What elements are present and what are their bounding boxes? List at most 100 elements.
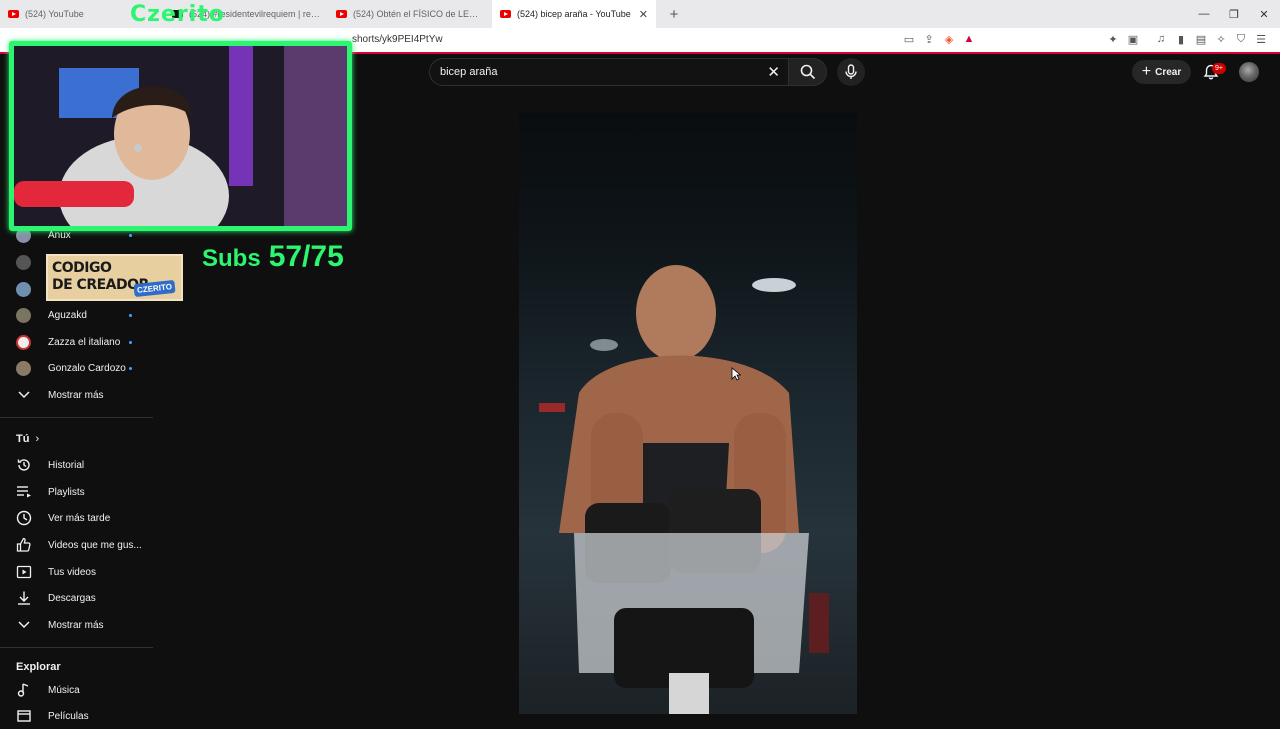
chevron-down-icon xyxy=(16,387,32,403)
brave-shields-icon[interactable]: ◈ xyxy=(942,32,956,46)
sidebar-subscription-zazza[interactable]: Zazza el italiano xyxy=(0,329,150,355)
channel-name: Zazza el italiano xyxy=(48,336,121,348)
sidebar-item-watch-later[interactable]: Ver más tarde xyxy=(0,505,150,531)
show-more-label: Mostrar más xyxy=(48,619,104,631)
show-more-label: Mostrar más xyxy=(48,389,104,401)
notification-badge: 9+ xyxy=(1212,63,1226,74)
new-content-dot xyxy=(129,341,132,344)
sidebar-item-label: Música xyxy=(48,684,80,696)
tab-search-icon[interactable]: ▣ xyxy=(1126,32,1140,46)
youtube-favicon-icon xyxy=(336,10,347,18)
cast-icon[interactable]: ▭ xyxy=(902,32,916,46)
new-content-dot xyxy=(129,314,132,317)
voice-search-button[interactable] xyxy=(837,58,865,86)
plus-icon: + xyxy=(1141,63,1152,80)
sidebar-item-downloads[interactable]: Descargas xyxy=(0,585,150,611)
playlists-icon xyxy=(16,484,32,500)
browser-tab[interactable]: (524) Obtén el FÍSICO de LEON KEN xyxy=(328,0,492,28)
tab-label: (524) Obtén el FÍSICO de LEON KEN xyxy=(353,9,484,19)
sidebar-item-label: Playlists xyxy=(48,486,85,498)
subs-goal-counter: Subs 57/75 xyxy=(202,240,344,274)
youtube-favicon-icon xyxy=(500,10,511,18)
browser-tab-active[interactable]: (524) bicep araña - YouTube ✕ xyxy=(492,0,656,28)
channel-avatar xyxy=(16,281,31,297)
channel-avatar xyxy=(16,307,31,323)
your-videos-icon xyxy=(16,564,32,580)
sidebar-show-more[interactable]: Mostrar más xyxy=(0,382,150,408)
mouse-cursor-icon xyxy=(731,367,741,381)
leo-ai-icon[interactable]: ✧ xyxy=(1214,32,1228,46)
sidebar-show-more[interactable]: Mostrar más xyxy=(0,612,150,638)
channel-avatar xyxy=(16,334,31,350)
video-frame xyxy=(539,265,829,714)
sidebar-item-label: Videos que me gus... xyxy=(48,539,142,551)
streamer-webcam xyxy=(9,41,352,231)
sidebar-you-heading[interactable]: Tú › xyxy=(16,433,39,445)
create-button[interactable]: + Crear xyxy=(1132,60,1191,84)
you-heading-label: Tú xyxy=(16,433,30,445)
channel-avatar xyxy=(16,254,31,270)
sidebar-icon[interactable]: ▮ xyxy=(1174,32,1188,46)
history-icon xyxy=(16,457,32,473)
subs-count: 57/75 xyxy=(268,240,344,273)
downloads-icon xyxy=(16,590,32,606)
create-label: Crear xyxy=(1155,66,1182,78)
extensions-icon[interactable]: ✦ xyxy=(1106,32,1120,46)
close-tab-icon[interactable]: ✕ xyxy=(639,8,648,21)
menu-icon[interactable]: ☰ xyxy=(1254,32,1268,46)
sidebar-item-label: Ver más tarde xyxy=(48,512,111,524)
sidebar-item-your-videos[interactable]: Tus videos xyxy=(0,559,150,585)
toolbar-actions: ✦ ▣ ♫ ▮ ▤ ✧ ⛉ ☰ xyxy=(1106,32,1268,46)
new-content-dot xyxy=(129,234,132,237)
sidebar-divider xyxy=(0,647,153,648)
movies-icon xyxy=(16,708,32,724)
search-input[interactable]: bicep araña ✕ xyxy=(429,58,789,86)
restore-icon[interactable]: ❐ xyxy=(1218,0,1250,28)
watch-later-icon xyxy=(16,510,32,526)
close-window-icon[interactable]: ✕ xyxy=(1248,0,1280,28)
channel-name: Gonzalo Cardozo xyxy=(48,362,126,374)
liked-videos-icon xyxy=(16,537,32,553)
streamer-name: Czerito xyxy=(130,2,225,27)
creator-code-line: CODIGO xyxy=(52,260,112,276)
channel-name: Aguzakd xyxy=(48,309,87,321)
webcam-feed xyxy=(14,46,347,226)
sidebar-divider xyxy=(0,417,153,418)
sidebar-explore-heading: Explorar xyxy=(16,661,61,673)
minimize-icon[interactable]: — xyxy=(1188,0,1220,28)
search-query: bicep araña xyxy=(440,66,498,78)
creator-code-banner: CODIGO DE CREADOR CZERITO xyxy=(46,254,183,301)
new-tab-button[interactable]: + xyxy=(664,6,684,23)
search-icon xyxy=(800,64,815,80)
explore-heading-label: Explorar xyxy=(16,661,61,673)
clear-search-icon[interactable]: ✕ xyxy=(767,63,780,81)
sidebar-item-label: Tus videos xyxy=(48,566,96,578)
channel-avatar xyxy=(16,360,31,376)
creator-code-tag: CZERITO xyxy=(133,279,176,298)
sidebar-item-liked-videos[interactable]: Videos que me gus... xyxy=(0,532,150,558)
share-icon[interactable]: ⇪ xyxy=(922,32,936,46)
new-content-dot xyxy=(129,367,132,370)
short-video-player[interactable] xyxy=(519,113,857,714)
subs-label: Subs xyxy=(202,245,261,272)
media-icon[interactable]: ♫ xyxy=(1154,32,1168,46)
music-icon xyxy=(16,682,32,698)
youtube-favicon-icon xyxy=(8,10,19,18)
sidebar-item-movies[interactable]: Películas xyxy=(0,703,150,729)
address-actions: ▭ ⇪ ◈ ▲ xyxy=(902,32,976,46)
chevron-right-icon: › xyxy=(35,433,40,445)
vpn-icon[interactable]: ⛉ xyxy=(1234,32,1248,46)
sidebar-item-music[interactable]: Música xyxy=(0,677,150,703)
sidebar-subscription-gonzalo[interactable]: Gonzalo Cardozo xyxy=(0,355,150,381)
search-button[interactable] xyxy=(789,58,827,86)
chevron-down-icon xyxy=(16,617,32,633)
sidebar-subscription-aguzakd[interactable]: Aguzakd xyxy=(0,302,150,328)
wallet-icon[interactable]: ▤ xyxy=(1194,32,1208,46)
account-avatar[interactable] xyxy=(1239,62,1259,82)
microphone-icon xyxy=(845,64,857,79)
tab-label: (524) bicep araña - YouTube xyxy=(517,9,631,19)
url-text[interactable]: shorts/yk9PEI4PtYw xyxy=(352,34,443,45)
sidebar-item-playlists[interactable]: Playlists xyxy=(0,479,150,505)
sidebar-item-history[interactable]: Historial xyxy=(0,452,150,478)
brave-rewards-icon[interactable]: ▲ xyxy=(962,32,976,46)
